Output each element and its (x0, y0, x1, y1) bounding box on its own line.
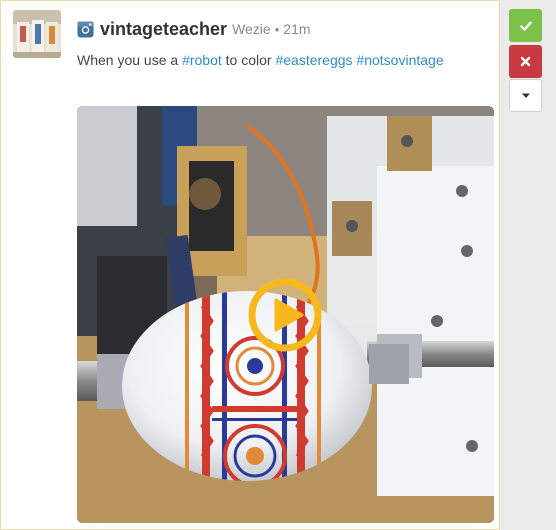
video-thumbnail[interactable] (77, 106, 494, 523)
hashtag-robot[interactable]: #robot (182, 52, 222, 68)
hashtag-eastereggs[interactable]: #eastereggs (275, 52, 352, 68)
avatar[interactable] (13, 10, 61, 58)
source-name: Wezie (232, 21, 271, 37)
check-icon (519, 21, 532, 31)
play-icon (248, 278, 322, 352)
post-header: vintageteacher Wezie • 21m (77, 17, 311, 41)
reject-button[interactable] (509, 45, 542, 78)
username[interactable]: vintageteacher (100, 19, 227, 40)
post-time: 21m (283, 21, 311, 37)
approve-button[interactable] (509, 9, 542, 42)
hashtag-notsovintage[interactable]: #notsovintage (356, 52, 443, 68)
caret-down-icon (521, 93, 530, 98)
close-icon (520, 56, 531, 67)
post-card: vintageteacher Wezie • 21m When you use … (0, 0, 500, 530)
caption-text: to color (221, 52, 276, 68)
more-options-button[interactable] (509, 79, 542, 112)
avatar-image (13, 10, 61, 58)
separator-dot: • (274, 21, 280, 37)
instagram-icon[interactable] (77, 21, 94, 38)
moderation-sidebar (500, 0, 556, 530)
post-caption: When you use a #robot to color #eastereg… (77, 52, 444, 68)
play-button[interactable] (247, 277, 323, 353)
caption-text: When you use a (77, 52, 183, 68)
